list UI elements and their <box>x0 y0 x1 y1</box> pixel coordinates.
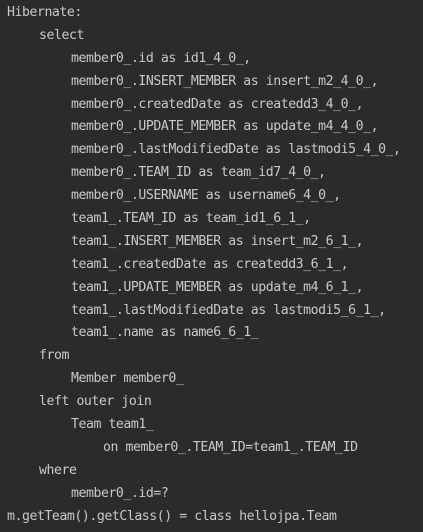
sql-where-condition: member0_.id=? <box>71 485 169 501</box>
sql-column-line: member0_.UPDATE_MEMBER as update_m4_4_0_… <box>71 119 379 135</box>
console-output: Hibernate: select member0_.id as id1_4_0… <box>0 0 423 532</box>
sql-table-line: Team team1_ <box>71 417 154 433</box>
sql-column-line: member0_.TEAM_ID as team_id7_4_0_, <box>71 165 326 181</box>
sql-join-keyword: left outer join <box>39 394 152 410</box>
sql-column-line: team1_.INSERT_MEMBER as insert_m2_6_1_, <box>71 233 364 249</box>
sql-column-line: member0_.lastModifiedDate as lastmodi5_4… <box>71 142 401 158</box>
sql-column-line: member0_.INSERT_MEMBER as insert_m2_4_0_… <box>71 73 379 89</box>
program-output-line: m.getTeam().getClass() = class hellojpa.… <box>7 508 337 524</box>
sql-column-line: team1_.TEAM_ID as team_id1_6_1_, <box>71 211 311 227</box>
sql-column-line: member0_.createdDate as createdd3_4_0_, <box>71 96 364 112</box>
sql-select-keyword: select <box>39 27 84 43</box>
sql-column-line: member0_.id as id1_4_0_, <box>71 50 251 66</box>
sql-from-keyword: from <box>39 348 69 364</box>
sql-column-line: team1_.name as name6_6_1_ <box>71 325 259 341</box>
sql-column-line: team1_.createdDate as createdd3_6_1_, <box>71 256 349 272</box>
hibernate-header: Hibernate: <box>7 5 82 20</box>
sql-column-line: member0_.USERNAME as username6_4_0_, <box>71 188 341 204</box>
sql-table-line: Member member0_ <box>71 371 184 387</box>
sql-column-line: team1_.lastModifiedDate as lastmodi5_6_1… <box>71 302 386 318</box>
sql-join-condition: on member0_.TEAM_ID=team1_.TEAM_ID <box>103 439 358 455</box>
sql-where-keyword: where <box>39 462 77 478</box>
sql-column-line: team1_.UPDATE_MEMBER as update_m4_6_1_, <box>71 279 364 295</box>
